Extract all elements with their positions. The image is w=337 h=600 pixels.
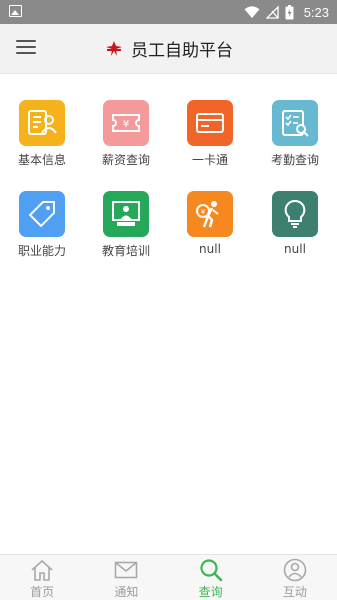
company-logo-icon <box>105 40 122 56</box>
tile-one-card[interactable]: 一卡通 <box>168 100 252 172</box>
image-notification-icon <box>9 5 22 17</box>
svg-text:¥: ¥ <box>201 208 206 216</box>
tab-query[interactable]: 查询 <box>169 555 253 600</box>
tile-label: 一卡通 <box>191 153 228 167</box>
tile-label: 教育培训 <box>101 244 150 258</box>
salary-ticket-icon: ¥ <box>103 100 149 146</box>
tile-education-training[interactable]: 教育培训 <box>84 191 168 263</box>
tile-label: 基本信息 <box>17 153 66 167</box>
no-signal-icon <box>265 5 279 19</box>
id-card-icon <box>19 100 65 146</box>
tile-label: null <box>284 242 306 256</box>
tab-home[interactable]: 首页 <box>0 555 84 600</box>
envelope-icon <box>84 558 168 582</box>
training-board-icon <box>103 191 149 237</box>
tab-label: 查询 <box>198 585 223 599</box>
header-title-group: 员工自助平台 <box>0 36 337 62</box>
search-icon <box>169 558 253 582</box>
tab-label: 互动 <box>282 585 307 599</box>
tab-interact[interactable]: 互动 <box>253 555 337 600</box>
tile-null-1[interactable]: ¥ null <box>168 191 252 263</box>
tab-label: 通知 <box>114 585 139 599</box>
clock-time: 5:23 <box>303 4 329 20</box>
tile-label: null <box>199 242 221 256</box>
lightbulb-icon <box>272 191 318 237</box>
status-bar: 5:23 <box>0 0 337 24</box>
wifi-icon <box>244 5 260 18</box>
tile-label: 考勤查询 <box>270 153 319 167</box>
page-title: 员工自助平台 <box>131 41 234 61</box>
home-icon <box>0 558 84 582</box>
porter-icon: ¥ <box>187 191 233 237</box>
svg-text:¥: ¥ <box>123 119 129 130</box>
tile-career-ability[interactable]: 职业能力 <box>0 191 84 263</box>
system-icons: 5:23 <box>244 3 329 21</box>
tile-null-2[interactable]: null <box>253 191 337 263</box>
app-header: 员工自助平台 <box>0 24 337 74</box>
tab-label: 首页 <box>30 585 55 599</box>
attendance-checklist-icon <box>272 100 318 146</box>
bottom-tab-bar: 首页 通知 查询 互动 <box>0 554 337 600</box>
tab-notice[interactable]: 通知 <box>84 555 168 600</box>
tile-basic-info[interactable]: 基本信息 <box>0 100 84 172</box>
tile-salary-query[interactable]: ¥ 薪资查询 <box>84 100 168 172</box>
tile-label: 职业能力 <box>17 244 66 258</box>
tile-attendance-query[interactable]: 考勤查询 <box>253 100 337 172</box>
card-icon <box>187 100 233 146</box>
tag-icon <box>19 191 65 237</box>
tile-label: 薪资查询 <box>101 153 150 167</box>
battery-charging-icon <box>285 4 294 19</box>
chat-user-icon <box>253 558 337 582</box>
